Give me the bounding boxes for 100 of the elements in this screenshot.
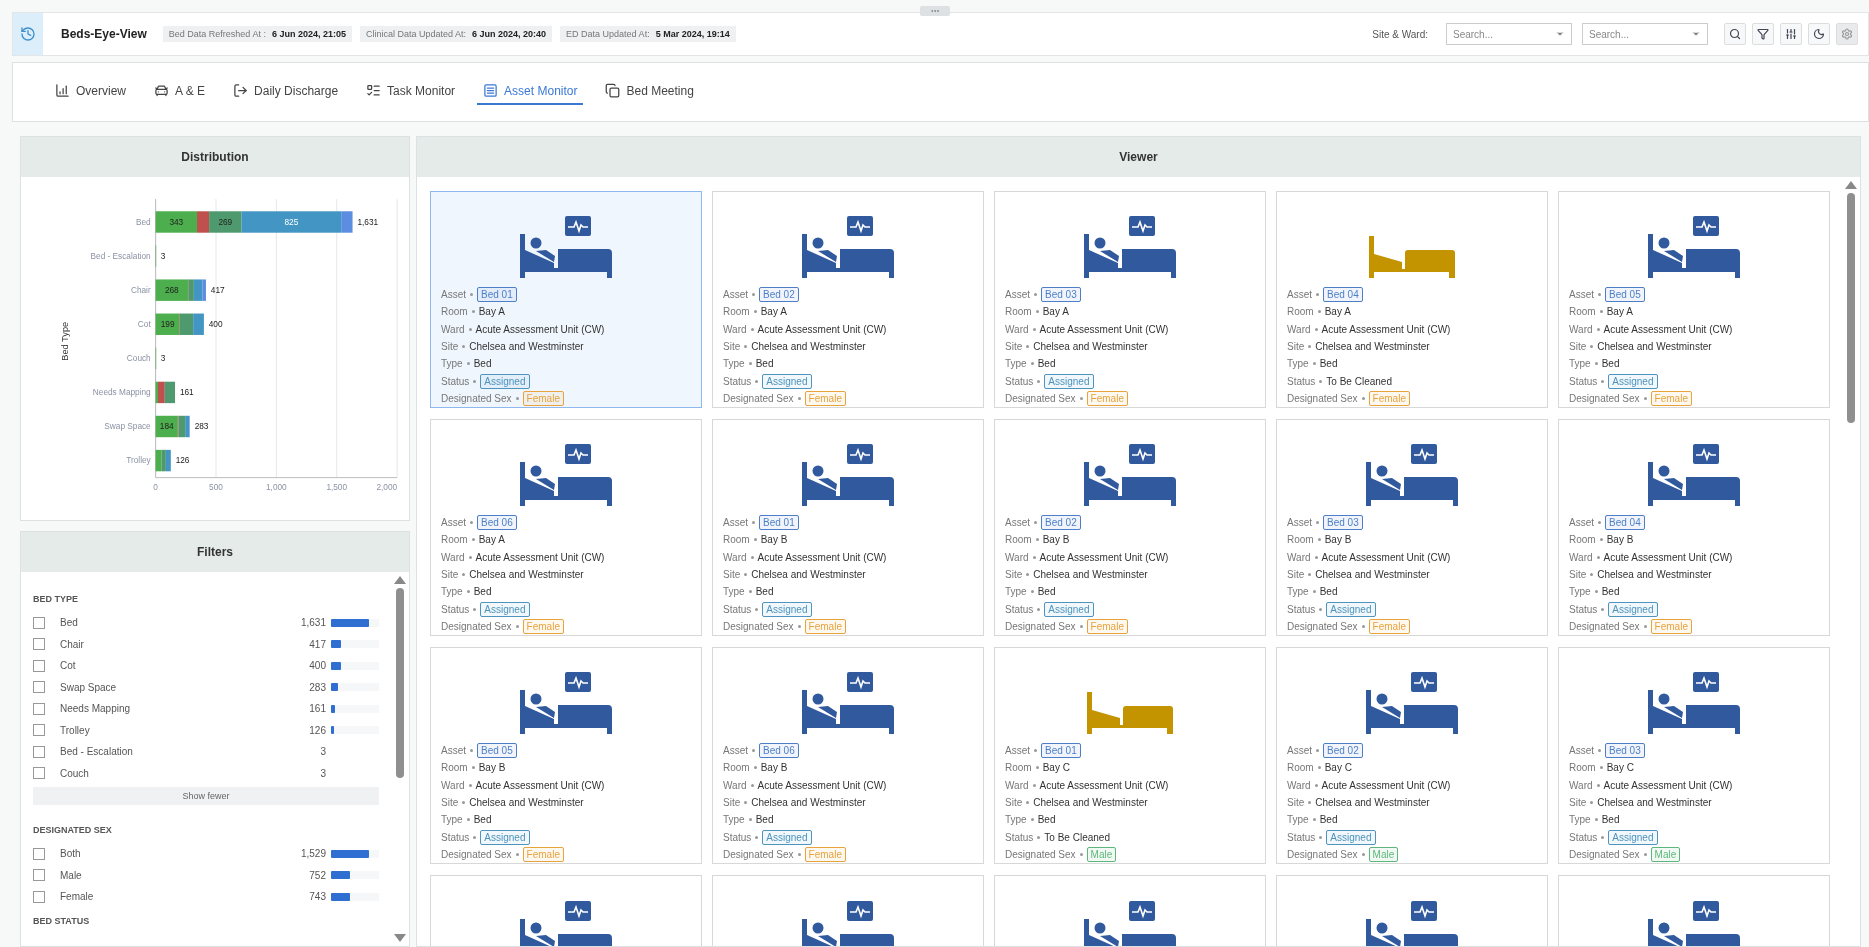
field-value: Bay A (1324, 306, 1351, 318)
value-tag: Female (1086, 618, 1128, 634)
field-label: Asset (723, 289, 748, 301)
field-value: To Be Cleaned (1044, 831, 1110, 843)
field-label: Designated Sex (723, 848, 794, 860)
field-value: Chelsea and Westminster (1597, 569, 1712, 580)
field-value: Chelsea and Westminster (751, 569, 866, 580)
field-label: Designated Sex (1287, 392, 1358, 404)
field-label: Site (1005, 797, 1023, 808)
field-value: Chelsea and Westminster (751, 797, 866, 808)
field-label: Status (441, 603, 470, 615)
field-label: Designated Sex (1287, 848, 1358, 860)
field-value: Acute Assessment Unit (CW) (1039, 551, 1169, 563)
field-label: Site (1287, 569, 1305, 580)
field-label: Status (1005, 831, 1034, 843)
field-label: Designated Sex (1005, 392, 1076, 404)
field-label: Room (441, 534, 468, 546)
field-value: Bay A (478, 534, 505, 546)
field-label: Ward (1569, 323, 1593, 335)
field-label: Ward (441, 779, 465, 791)
field-value: Bed (755, 358, 774, 370)
field-label: Asset (441, 289, 466, 301)
field-value: Acute Assessment Unit (CW) (1603, 323, 1733, 335)
field-label: Ward (1569, 551, 1593, 563)
value-tag: Female (804, 846, 846, 862)
field-label: Designated Sex (1569, 620, 1640, 632)
site-ward-label: Site & Ward: (1372, 28, 1428, 40)
field-label: Designated Sex (441, 848, 512, 860)
field-label: Room (1005, 762, 1032, 774)
field-label: Designated Sex (1005, 620, 1076, 632)
value-tag: Female (522, 846, 564, 862)
field-label: Type (1005, 814, 1027, 826)
filter-count: 1,529 (299, 848, 326, 860)
field-label: Asset (1005, 289, 1030, 301)
field-label: Status (1287, 375, 1316, 387)
value-tag: Bed 01 (477, 287, 517, 303)
value-tag: Bed 03 (1605, 743, 1645, 759)
field-label: Room (441, 306, 468, 318)
field-label: Site (723, 797, 741, 808)
value-tag: Assigned (1326, 829, 1376, 845)
filter-label: Couch (60, 767, 90, 779)
field-label: Site (1287, 797, 1305, 808)
field-value: Bay A (478, 306, 505, 318)
field-label: Status (723, 375, 752, 387)
value-tag: Bed 02 (1323, 743, 1363, 759)
field-label: Site (723, 569, 741, 580)
value-tag: Assigned (762, 373, 812, 389)
field-label: Ward (441, 323, 465, 335)
field-label: Type (1005, 358, 1027, 370)
filter-section-title: DESIGNATED SEX (33, 825, 113, 835)
field-label: Status (1569, 603, 1598, 615)
field-label: Asset (1569, 745, 1594, 757)
field-value: Bed (473, 814, 492, 826)
value-tag: Male (1368, 846, 1399, 862)
value-tag: Female (1650, 390, 1692, 406)
field-label: Designated Sex (1569, 392, 1640, 404)
panel-title: Viewer (417, 137, 1860, 177)
field-value: Bay C (1042, 762, 1070, 774)
field-value: Acute Assessment Unit (CW) (475, 779, 605, 791)
field-value: Bay B (760, 534, 788, 546)
field-value: Chelsea and Westminster (1315, 341, 1430, 352)
app-title: Beds-Eye-View (61, 27, 147, 41)
placeholder-text: Search... (1453, 28, 1494, 40)
value-tag: Bed 04 (1605, 515, 1645, 531)
field-label: Site (1287, 341, 1305, 352)
value-tag: Assigned (480, 601, 530, 617)
field-label: Status (1005, 375, 1034, 387)
value-tag: Female (522, 618, 564, 634)
field-value: Chelsea and Westminster (1033, 569, 1148, 580)
field-value: Acute Assessment Unit (CW) (475, 551, 605, 563)
update-info: Bed Data Refreshed At : 6 Jun 2024, 21:05 (162, 26, 352, 42)
value-tag: Female (804, 618, 846, 634)
field-label: Site (1569, 341, 1587, 352)
field-value: Bed (1037, 586, 1056, 598)
field-label: Site (723, 341, 741, 352)
field-label: Status (1005, 603, 1034, 615)
filter-label: Bed (60, 617, 79, 629)
value-tag: Female (1368, 618, 1410, 634)
field-label: Status (441, 375, 470, 387)
field-value: Bay A (1606, 306, 1633, 318)
field-label: Ward (723, 551, 747, 563)
field-value: Acute Assessment Unit (CW) (757, 323, 887, 335)
field-label: Room (1005, 534, 1032, 546)
value-tag: Female (1368, 390, 1410, 406)
filter-label: Female (60, 891, 95, 903)
field-label: Ward (1287, 779, 1311, 791)
update-info: Clinical Data Updated At: 6 Jun 2024, 20:40 (359, 26, 553, 42)
field-label: Type (723, 814, 745, 826)
field-label: Site (1005, 569, 1023, 580)
field-label: Type (1569, 586, 1591, 598)
field-value: Acute Assessment Unit (CW) (1321, 551, 1451, 563)
field-label: Room (1569, 306, 1596, 318)
value-tag: Assigned (1326, 601, 1376, 617)
field-value: Bed (1319, 586, 1338, 598)
field-label: Site (1569, 569, 1587, 580)
field-label: Ward (441, 551, 465, 563)
value-tag: Bed 02 (759, 287, 799, 303)
value-tag: Assigned (480, 829, 530, 845)
field-label: Asset (441, 745, 466, 757)
field-label: Type (441, 586, 463, 598)
